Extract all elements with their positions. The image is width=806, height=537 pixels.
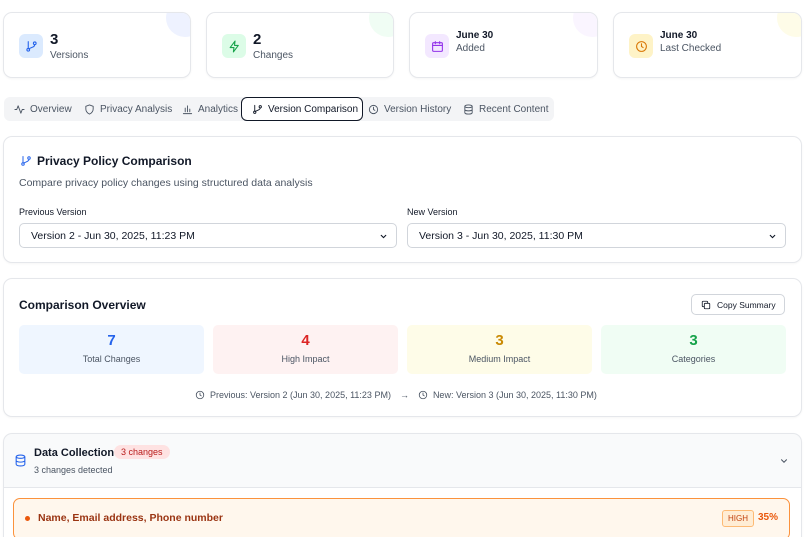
tab-label: Overview [30, 103, 72, 115]
tab-label: Version Comparison [268, 103, 359, 115]
change-item[interactable]: Name, Email address, Phone number HIGH 3… [13, 498, 790, 537]
new-version-text: New: Version 3 (Jun 30, 2025, 11:30 PM) [432, 390, 597, 400]
tab-label: Privacy Analysis [100, 103, 173, 115]
git-branch-icon [253, 104, 262, 114]
metric-value: 7 [107, 332, 116, 349]
activity-icon [222, 34, 246, 58]
bar-chart-icon [182, 104, 193, 114]
stat-label: Added [456, 43, 485, 54]
new-version-label: New Version [407, 207, 458, 217]
previous-version-select[interactable]: Version 2 - Jun 30, 2025, 11:23 PM [19, 223, 397, 248]
stat-label: Versions [50, 50, 89, 61]
copy-summary-label: Copy Summary [717, 299, 776, 310]
previous-version-text: Previous: Version 2 (Jun 30, 2025, 11:23… [210, 390, 391, 400]
tab-label: Analytics [198, 103, 239, 115]
previous-version-value: Version 2 - Jun 30, 2025, 11:23 PM [31, 229, 195, 242]
metric-medium-impact: 3 Medium Impact [407, 325, 592, 374]
new-version-select[interactable]: Version 3 - Jun 30, 2025, 11:30 PM [407, 223, 786, 248]
category-subtitle: 3 changes detected [34, 465, 113, 475]
severity-dot [25, 516, 30, 521]
stat-value: June 30 [660, 30, 698, 41]
stat-label: Changes [253, 50, 294, 61]
stats-row: 3 Versions 2 Changes June 30 Added June … [3, 12, 803, 78]
tab-version-comparison[interactable]: Version Comparison [241, 97, 363, 121]
impact-percent: 35% [758, 512, 779, 523]
stat-value: 2 [253, 31, 262, 48]
metric-value: 4 [301, 332, 310, 349]
previous-version-label: Previous Version [19, 207, 87, 217]
chevron-down-icon[interactable] [779, 456, 789, 466]
clock-icon [368, 104, 379, 114]
clock-icon [629, 34, 653, 58]
tab-overview[interactable]: Overview [4, 97, 72, 121]
git-branch-icon [21, 156, 31, 166]
tab-recent-content[interactable]: Recent Content [453, 97, 549, 121]
metric-label: Categories [671, 354, 716, 364]
activity-icon [14, 104, 25, 114]
metric-categories: 3 Categories [601, 325, 786, 374]
overview-panel: Comparison Overview Copy Summary 7 Total… [3, 278, 802, 417]
comparison-subtitle: Compare privacy policy changes using str… [19, 177, 313, 189]
clock-icon [418, 390, 428, 400]
stat-card-added: June 30 Added [409, 12, 598, 78]
copy-summary-button[interactable]: Copy Summary [691, 294, 785, 315]
shield-icon [85, 103, 94, 115]
chevron-down-icon [769, 234, 776, 239]
metric-value: 3 [689, 332, 698, 349]
chevron-down-icon [380, 234, 387, 239]
metric-label: High Impact [281, 354, 330, 364]
comparison-title: Privacy Policy Comparison [37, 154, 192, 168]
overview-title: Comparison Overview [19, 298, 146, 312]
tab-version-history[interactable]: Version History [358, 97, 451, 121]
metric-high-impact: 4 High Impact [213, 325, 398, 374]
change-text: Name, Email address, Phone number [38, 512, 223, 524]
stat-card-versions: 3 Versions [3, 12, 191, 78]
tab-analytics[interactable]: Analytics [172, 97, 238, 121]
stat-card-changes: 2 Changes [206, 12, 394, 78]
copy-icon [701, 300, 711, 309]
stat-label: Last Checked [660, 43, 722, 54]
new-version-value: Version 3 - Jun 30, 2025, 11:30 PM [419, 229, 583, 242]
severity-badge: HIGH [722, 510, 754, 527]
database-icon [464, 103, 473, 115]
stat-value: June 30 [456, 30, 494, 41]
calendar-icon [425, 34, 449, 58]
metric-total-changes: 7 Total Changes [19, 325, 204, 374]
version-timeline: Previous: Version 2 (Jun 30, 2025, 11:23… [195, 390, 597, 400]
database-icon [15, 454, 26, 467]
metric-value: 3 [495, 332, 504, 349]
git-branch-icon [19, 34, 43, 58]
comparison-panel: Privacy Policy Comparison Compare privac… [3, 136, 802, 263]
metric-label: Total Changes [82, 354, 141, 364]
tab-label: Recent Content [479, 103, 549, 115]
clock-icon [195, 390, 205, 400]
tab-label: Version History [384, 103, 452, 115]
arrow-icon: → [399, 390, 409, 400]
tab-bar: Overview Privacy Analysis Analytics Vers… [4, 97, 554, 121]
stat-card-last-checked: June 30 Last Checked [613, 12, 802, 78]
tab-privacy-analysis[interactable]: Privacy Analysis [74, 97, 172, 121]
stat-value: 3 [50, 31, 59, 48]
category-title: Data Collection [34, 447, 115, 459]
changes-badge: 3 changes [114, 445, 170, 459]
metric-label: Medium Impact [468, 354, 531, 364]
